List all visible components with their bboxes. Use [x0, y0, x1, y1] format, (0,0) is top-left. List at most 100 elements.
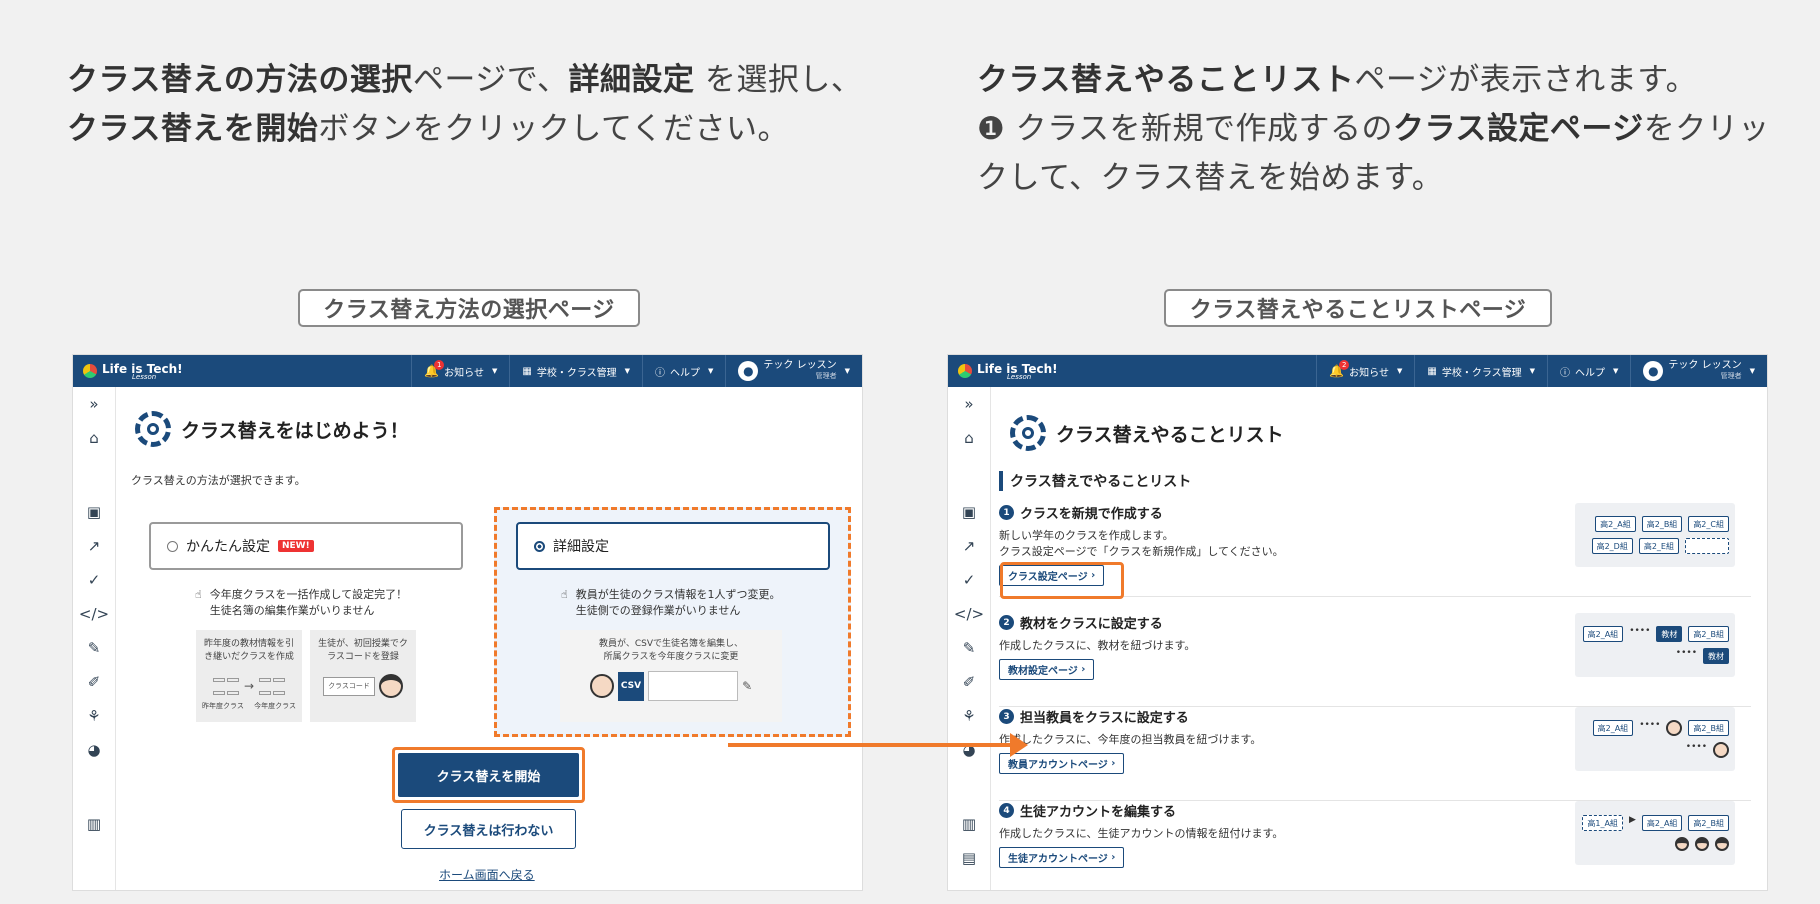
flow-arrow-head	[1010, 733, 1028, 757]
class-chip: 高2_D組	[1591, 538, 1633, 554]
class-chip-placeholder	[1685, 538, 1729, 554]
edit-icon[interactable]: ✐	[88, 665, 101, 699]
chevron-right-icon: ›	[1111, 852, 1116, 863]
option-easy[interactable]: かんたん設定 NEW!	[149, 522, 463, 570]
new-classes-illustration: 高2_A組 高2_B組 高2_C組 高2_D組 高2_E組	[1575, 503, 1735, 567]
student-face-icon	[1675, 837, 1689, 851]
user-role: 管理者	[1720, 372, 1742, 380]
edit-icon[interactable]: ✐	[963, 665, 976, 699]
nav-user[interactable]: ● テック レッスン 管理者 ▼	[725, 355, 862, 387]
instruction-right: クラス替えやることリストページが表示されます。 ❶ クラスを新規で作成するのクラ…	[977, 56, 1797, 203]
class-chip: 高2_B組	[1641, 516, 1683, 532]
notice-badge: 2	[1339, 360, 1350, 370]
instruction-text: を選択し、	[694, 62, 863, 98]
nav-label: ヘルプ	[1575, 367, 1606, 379]
code-icon[interactable]: </>	[954, 597, 984, 631]
card-text: 昨年度の教材情報を引き継いだクラスを作成	[203, 639, 294, 662]
top-nav: 🔔 1 お知らせ ▼ ▦ 学校・クラス管理 ▼ ⓘ ヘルプ ▼ ● テック レッスン 管理者 ▼	[411, 355, 862, 387]
class-chip: 高2_A組	[1592, 720, 1634, 736]
sidebar: » ⌂ ▣ ↗ ✓ </> ✎ ✐ ⚘ ◕ ▥ ▤	[948, 387, 991, 890]
nav-school[interactable]: ▦ 学校・クラス管理 ▼	[509, 355, 642, 387]
palette-icon[interactable]: ◕	[962, 733, 975, 767]
detail-card-csv: 教員が、CSVで生徒名簿を編集し、所属クラスを今年度クラスに変更 CSV ✎	[560, 630, 782, 722]
logo-mark-icon	[83, 364, 97, 378]
home-icon[interactable]: ⌂	[964, 421, 974, 455]
logo[interactable]: Life is Tech! Lesson	[83, 362, 183, 381]
palette-icon[interactable]: ◕	[87, 733, 100, 767]
pen-icon[interactable]: ✎	[963, 631, 976, 665]
nav-help[interactable]: ⓘ ヘルプ ▼	[1547, 355, 1630, 387]
python-icon[interactable]: ⚘	[87, 699, 100, 733]
caret-down-icon: ▼	[1396, 367, 1403, 375]
nav-notice[interactable]: 🔔 1 お知らせ ▼	[411, 355, 509, 387]
sidebar: » ⌂ ▣ ↗ ✓ </> ✎ ✐ ⚘ ◕ ▥	[73, 387, 116, 890]
logo[interactable]: Life is Tech! Lesson	[958, 362, 1058, 381]
page-description: クラス替えの方法が選択できます。	[131, 474, 306, 487]
instruction-text: ❶ クラスを新規で作成するの	[977, 111, 1394, 147]
easy-card-materials: 昨年度の教材情報を引き継いだクラスを作成 → 昨年度クラス 今年度クラス	[196, 630, 302, 722]
instruction-bold: 詳細設定	[568, 62, 695, 98]
material-settings-page-button[interactable]: 教材設定ページ ›	[999, 659, 1095, 680]
terminal-icon[interactable]: ▣	[87, 495, 101, 529]
building-icon: ▦	[522, 365, 532, 377]
check-circle-icon[interactable]: ✓	[88, 563, 101, 597]
teacher-face-icon	[589, 674, 614, 698]
dots: ••••	[1675, 648, 1697, 658]
terminal-icon[interactable]: ▣	[962, 495, 976, 529]
check-circle-icon[interactable]: ✓	[963, 563, 976, 597]
user-role: 管理者	[815, 372, 837, 380]
nav-school[interactable]: ▦ 学校・クラス管理 ▼	[1414, 355, 1547, 387]
gear-icon	[1010, 415, 1046, 451]
card-text: 生徒が、初回授業でクラスコードを登録	[318, 639, 408, 662]
page-title: クラス替えやることリスト	[1010, 415, 1284, 451]
expand-icon[interactable]: »	[89, 387, 98, 421]
radio-selected-icon	[534, 540, 545, 552]
student-illustration: 高1_A組 ▶ 高2_A組 高2_B組	[1575, 801, 1735, 865]
button-label: 生徒アカウントページ	[1008, 854, 1108, 865]
nav-notice[interactable]: 🔔 2 お知らせ ▼	[1316, 355, 1414, 387]
spreadsheet-icon	[648, 671, 739, 701]
notice-badge: 1	[434, 360, 445, 370]
trend-icon[interactable]: ↗	[88, 529, 101, 563]
instruction-text: ページが表示されます。	[1354, 62, 1698, 98]
option-label: かんたん設定	[186, 539, 270, 555]
nav-help[interactable]: ⓘ ヘルプ ▼	[642, 355, 725, 387]
code-icon[interactable]: </>	[79, 597, 109, 631]
chevron-right-icon: ›	[1111, 758, 1116, 769]
material-illustration: 高2_A組 •••• 教材 高2_B組 •••• 教材	[1575, 613, 1735, 677]
screenshot-todo-list: Life is Tech! Lesson 🔔 2 お知らせ ▼ ▦ 学校・クラス管理 ▼ ⓘ…	[947, 354, 1768, 891]
step-desc: 作成したクラスに、今年度の担当教員を紐づけます。	[999, 732, 1261, 748]
home-icon[interactable]: ⌂	[89, 421, 99, 455]
python-icon[interactable]: ⚘	[962, 699, 975, 733]
option-detail[interactable]: 詳細設定	[516, 522, 830, 570]
desc-line: 作成したクラスに、今年度の担当教員を紐づけます。	[999, 733, 1262, 746]
chart-icon[interactable]: ▥	[962, 807, 976, 841]
gear-icon	[135, 411, 171, 447]
document-icon[interactable]: ▤	[962, 841, 976, 875]
pointer-icon: ☝	[195, 588, 202, 601]
nav-user[interactable]: ● テック レッスン 管理者 ▼	[1630, 355, 1767, 387]
class-chip: 高2_B組	[1688, 626, 1729, 642]
expand-icon[interactable]: »	[964, 387, 973, 421]
card-label: 昨年度クラス	[202, 702, 244, 710]
step-desc: 作成したクラスに、生徒アカウントの情報を紐付けます。	[999, 826, 1283, 842]
pencil-icon: ✎	[742, 678, 753, 693]
page-title-text: クラス替えをはじめよう！	[181, 419, 409, 442]
arrow-right-icon: ▶	[1628, 815, 1636, 825]
instruction-bold: クラス設定ページ	[1393, 111, 1644, 147]
teacher-illustration: 高2_A組 •••• 高2_B組 ••••	[1575, 707, 1735, 771]
student-account-page-button[interactable]: 生徒アカウントページ ›	[999, 847, 1125, 868]
help-icon: ⓘ	[655, 367, 666, 379]
trend-icon[interactable]: ↗	[963, 529, 976, 563]
teacher-face-icon	[1713, 742, 1729, 758]
no-class-change-button[interactable]: クラス替えは行わない	[401, 809, 576, 849]
class-chip: 高2_E組	[1638, 538, 1679, 554]
chevron-right-icon: ›	[1081, 664, 1086, 675]
dots: ••••	[1639, 720, 1661, 730]
button-label: 教材設定ページ	[1008, 666, 1078, 677]
dots: ••••	[1629, 626, 1651, 636]
chart-icon[interactable]: ▥	[87, 807, 101, 841]
back-home-link[interactable]: ホーム画面へ戻る	[439, 866, 535, 883]
start-class-change-button[interactable]: クラス替えを開始	[398, 753, 579, 797]
pen-icon[interactable]: ✎	[88, 631, 101, 665]
